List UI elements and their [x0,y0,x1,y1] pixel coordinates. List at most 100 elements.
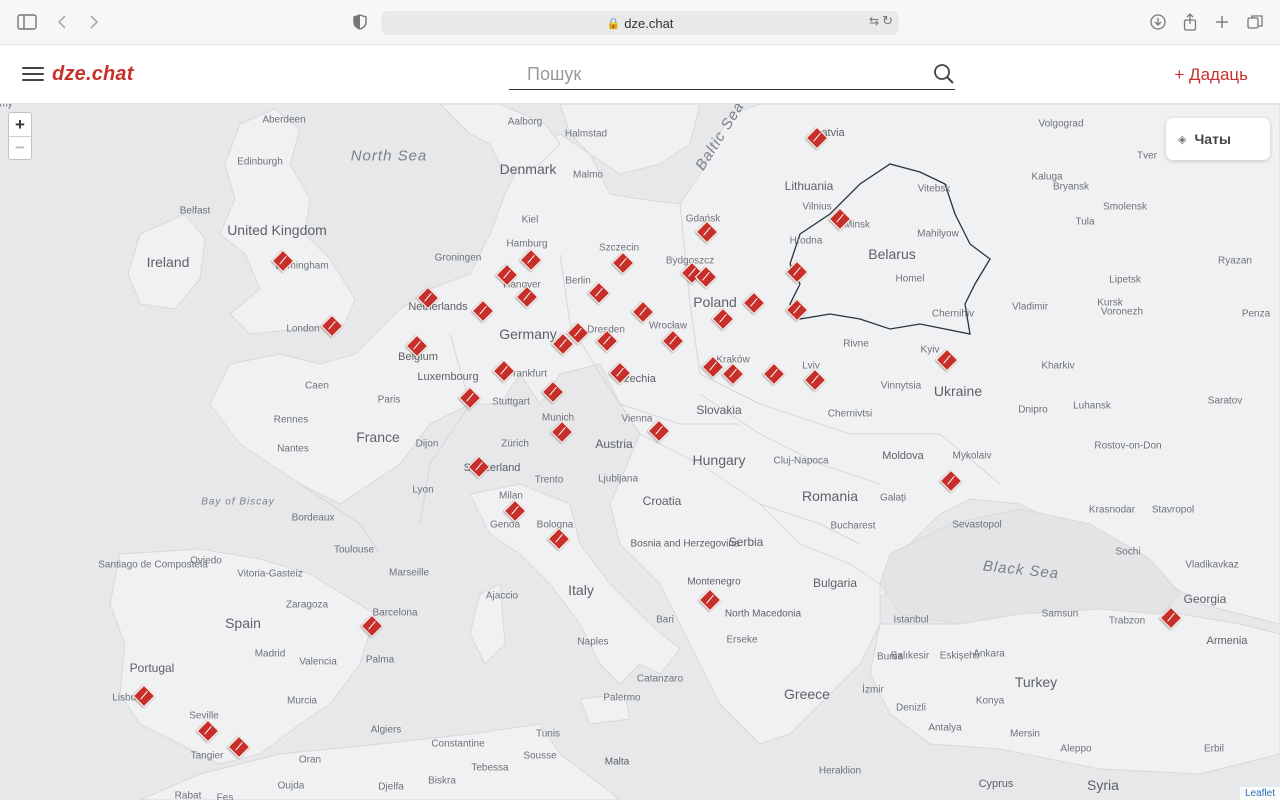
chat-marker[interactable]: ⟋ [515,285,539,309]
chat-marker[interactable]: ⟋ [711,307,735,331]
layers-icon: ◈ [1178,133,1187,146]
chat-marker[interactable]: ⟋ [785,298,809,322]
chat-marker[interactable]: ⟋ [271,249,295,273]
chat-marker-icon: ⟋ [503,269,511,281]
zoom-out-button[interactable]: − [9,136,31,159]
chat-marker-icon: ⟋ [204,725,212,737]
menu-icon[interactable] [22,67,44,81]
chat-marker[interactable]: ⟋ [503,499,527,523]
share-icon[interactable] [1178,10,1202,34]
shield-icon[interactable] [348,10,372,34]
chat-marker[interactable]: ⟋ [519,248,543,272]
chat-marker-icon: ⟋ [793,304,801,316]
chat-marker[interactable]: ⟋ [608,361,632,385]
chat-marker-icon: ⟋ [235,741,243,753]
chat-marker-icon: ⟋ [511,505,519,517]
chat-marker[interactable]: ⟋ [694,265,718,289]
chat-marker[interactable]: ⟋ [701,355,725,379]
chat-marker[interactable]: ⟋ [416,286,440,310]
chat-marker[interactable]: ⟋ [803,368,827,392]
chat-marker[interactable]: ⟋ [492,359,516,383]
chat-marker[interactable]: ⟋ [458,386,482,410]
chat-marker-icon: ⟋ [703,226,711,238]
chat-marker[interactable]: ⟋ [742,291,766,315]
reload-icon[interactable]: ↻ [882,13,893,29]
chat-marker-icon: ⟋ [639,306,647,318]
lock-icon: 🔒 [606,17,621,30]
back-icon[interactable] [50,10,74,34]
chat-marker[interactable]: ⟋ [467,455,491,479]
download-icon[interactable] [1146,10,1170,34]
layers-control[interactable]: ◈ Чаты [1166,118,1270,160]
add-chat-button[interactable]: + Дадаць [1174,65,1248,85]
chat-marker[interactable]: ⟋ [471,299,495,323]
map-basemap [0,104,1280,800]
chat-marker[interactable]: ⟋ [695,220,719,244]
chat-marker-icon: ⟋ [595,287,603,299]
chat-marker[interactable]: ⟋ [785,260,809,284]
chat-marker[interactable]: ⟋ [320,314,344,338]
chat-marker[interactable]: ⟋ [631,300,655,324]
app-header: dze.chat + Дадаць [0,45,1280,104]
chat-marker[interactable]: ⟋ [698,588,722,612]
search-input[interactable] [509,60,909,88]
chat-marker-icon: ⟋ [811,374,819,386]
chat-marker[interactable]: ⟋ [541,380,565,404]
chat-marker[interactable]: ⟋ [805,126,829,150]
chat-marker-icon: ⟋ [368,620,376,632]
chat-marker-icon: ⟋ [702,271,710,283]
chat-marker-icon: ⟋ [1167,612,1175,624]
chat-marker-icon: ⟋ [669,335,677,347]
chat-marker-icon: ⟋ [709,361,717,373]
chat-marker-icon: ⟋ [500,365,508,377]
chat-marker-icon: ⟋ [328,320,336,332]
zoom-in-button[interactable]: + [9,113,31,136]
browser-toolbar: 🔒 dze.chat ⇆ ↻ [0,0,1280,45]
chat-marker[interactable]: ⟋ [721,362,745,386]
chat-marker[interactable]: ⟋ [595,329,619,353]
forward-icon[interactable] [82,10,106,34]
chat-marker[interactable]: ⟋ [828,207,852,231]
chat-marker[interactable]: ⟋ [495,263,519,287]
chat-marker-icon: ⟋ [603,335,611,347]
zoom-control: + − [8,112,32,160]
chat-marker[interactable]: ⟋ [566,321,590,345]
chat-marker[interactable]: ⟋ [611,251,635,275]
attribution-link[interactable]: Leaflet [1239,787,1280,800]
chat-marker[interactable]: ⟋ [227,735,251,759]
layers-label: Чаты [1194,131,1231,147]
sidebar-icon[interactable] [15,10,39,34]
chat-marker[interactable]: ⟋ [360,614,384,638]
chat-marker-icon: ⟋ [750,297,758,309]
address-bar-url: dze.chat [624,15,674,31]
chat-marker-icon: ⟋ [729,368,737,380]
chat-marker[interactable]: ⟋ [547,527,571,551]
chat-marker[interactable]: ⟋ [132,684,156,708]
search-bar [509,60,955,90]
chat-marker-icon: ⟋ [527,254,535,266]
chat-marker[interactable]: ⟋ [550,420,574,444]
chat-marker[interactable]: ⟋ [762,362,786,386]
chat-marker[interactable]: ⟋ [939,469,963,493]
chat-marker-icon: ⟋ [574,327,582,339]
address-bar[interactable]: 🔒 dze.chat ⇆ ↻ [381,11,899,35]
tabs-icon[interactable] [1243,10,1267,34]
chat-marker[interactable]: ⟋ [587,281,611,305]
chat-marker-icon: ⟋ [413,340,421,352]
new-tab-icon[interactable] [1210,10,1234,34]
chat-marker[interactable]: ⟋ [196,719,220,743]
translate-icon[interactable]: ⇆ [869,14,879,28]
map-view[interactable]: North Sea Baltic Sea Black Sea Bay of Bi… [0,104,1280,800]
chat-marker[interactable]: ⟋ [661,329,685,353]
chat-marker[interactable]: ⟋ [647,419,671,443]
search-icon[interactable] [933,63,955,85]
chat-marker[interactable]: ⟋ [405,334,429,358]
chat-marker-icon: ⟋ [424,292,432,304]
chat-marker-icon: ⟋ [279,255,287,267]
chat-marker-icon: ⟋ [770,368,778,380]
brand-logo[interactable]: dze.chat [52,63,134,86]
chat-marker[interactable]: ⟋ [935,348,959,372]
chat-marker-icon: ⟋ [655,425,663,437]
chat-marker[interactable]: ⟋ [1159,606,1183,630]
chat-marker-icon: ⟋ [836,213,844,225]
